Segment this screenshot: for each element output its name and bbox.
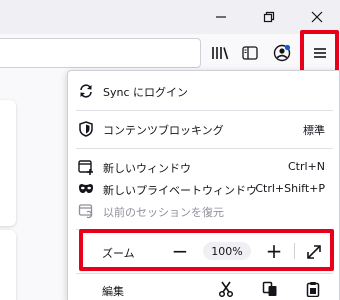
zoom-in-button[interactable]: + bbox=[264, 239, 284, 263]
shield-icon bbox=[78, 121, 94, 137]
minimize-button[interactable] bbox=[198, 0, 244, 34]
sync-icon bbox=[78, 83, 94, 99]
menu-item-restore-session[interactable]: 以前のセッションを復元 bbox=[68, 199, 340, 223]
edit-label: 編集 bbox=[102, 285, 124, 298]
minimize-icon bbox=[216, 16, 226, 18]
menu-item-label: 以前のセッションを復元 bbox=[103, 206, 224, 219]
account-button[interactable] bbox=[268, 39, 296, 67]
shortcut-label: Ctrl+Shift+P bbox=[255, 182, 325, 195]
copy-icon bbox=[262, 281, 277, 296]
restore-button[interactable] bbox=[246, 0, 292, 34]
content-card bbox=[0, 230, 16, 300]
menu-item-label: Sync にログイン bbox=[103, 86, 189, 99]
private-mask-icon bbox=[78, 181, 94, 197]
menu-button-highlight bbox=[300, 30, 339, 74]
zoom-divider bbox=[294, 243, 295, 259]
paste-button[interactable] bbox=[304, 280, 322, 298]
restore-session-icon bbox=[78, 203, 94, 219]
sidebar-button[interactable] bbox=[236, 39, 264, 67]
account-icon bbox=[273, 44, 291, 62]
menu-item-content-blocking[interactable]: コンテンツブロッキング 標準 bbox=[68, 117, 340, 141]
new-window-icon bbox=[78, 159, 94, 175]
zoom-out-button[interactable]: − bbox=[170, 241, 190, 261]
close-window-button[interactable] bbox=[294, 0, 340, 34]
scissors-icon bbox=[218, 281, 234, 297]
sidebar-icon bbox=[242, 46, 258, 60]
close-icon bbox=[311, 11, 323, 23]
content-blocking-value: 標準 bbox=[303, 124, 325, 137]
clipboard-icon bbox=[306, 282, 320, 297]
fullscreen-button[interactable] bbox=[305, 243, 323, 261]
shortcut-label: Ctrl+N bbox=[287, 160, 325, 173]
zoom-reset-button[interactable]: 100% bbox=[203, 242, 251, 260]
menu-item-new-window[interactable]: 新しいウィンドウ Ctrl+N bbox=[68, 155, 340, 179]
menu-item-label: 新しいプライベートウィンドウ bbox=[103, 184, 257, 197]
menu-separator bbox=[76, 148, 333, 149]
library-icon bbox=[212, 47, 229, 60]
content-card bbox=[0, 100, 16, 226]
fullscreen-icon bbox=[307, 245, 321, 259]
restore-icon bbox=[263, 11, 275, 23]
menu-separator bbox=[76, 273, 333, 274]
copy-button[interactable] bbox=[261, 280, 279, 298]
menu-item-new-private-window[interactable]: 新しいプライベートウィンドウ Ctrl+Shift+P bbox=[68, 177, 340, 201]
menu-item-label: コンテンツブロッキング bbox=[103, 124, 224, 137]
menu-item-sync[interactable]: Sync にログイン bbox=[68, 79, 340, 103]
menu-item-label: 新しいウィンドウ bbox=[103, 162, 191, 175]
nav-toolbar bbox=[0, 34, 340, 72]
title-bar bbox=[0, 0, 340, 34]
url-bar[interactable] bbox=[0, 38, 201, 68]
library-button[interactable] bbox=[206, 39, 234, 67]
zoom-label: ズーム bbox=[102, 247, 135, 260]
menu-separator bbox=[76, 110, 333, 111]
cut-button[interactable] bbox=[217, 280, 235, 298]
